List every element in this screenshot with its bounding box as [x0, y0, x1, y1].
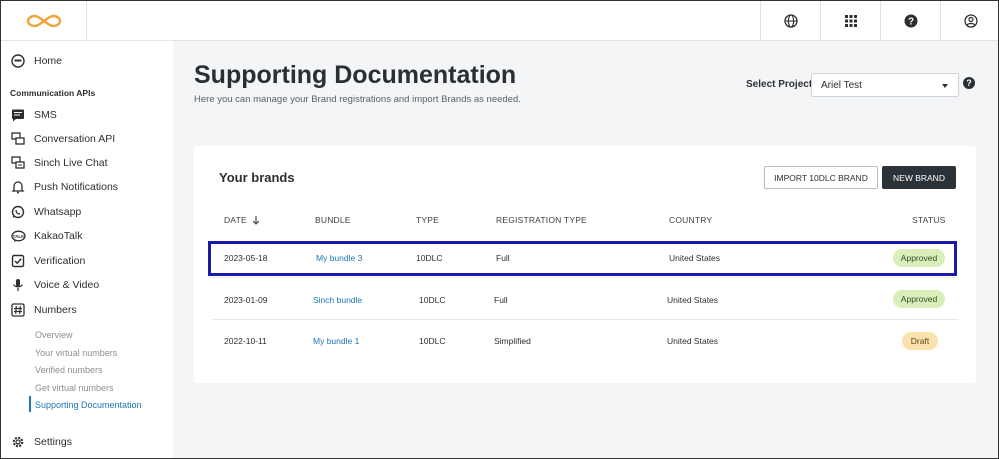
column-header-status: STATUS: [912, 215, 946, 225]
sidebar-section-title: Communication APIs: [10, 88, 96, 98]
cell-type: 10DLC: [419, 336, 446, 346]
bundle-link[interactable]: Sinch bundle: [313, 280, 362, 320]
page-subtitle: Here you can manage your Brand registrat…: [194, 94, 521, 105]
live-chat-icon: [10, 155, 26, 171]
bell-icon: [10, 179, 26, 195]
sidebar-item-label: Conversation API: [34, 133, 116, 145]
sidebar-item-push-notifications[interactable]: Push Notifications: [1, 176, 173, 198]
column-header-country: COUNTRY: [669, 215, 713, 225]
sidebar-item-kakaotalk[interactable]: TALK KakaoTalk: [1, 225, 173, 247]
sidebar-item-home[interactable]: Home: [1, 50, 173, 72]
cell-country: United States: [667, 295, 719, 305]
sidebar-item-sms[interactable]: SMS: [1, 104, 173, 126]
app-window: ? Home Communication APIs SMS Conversati…: [0, 0, 999, 459]
svg-text:TALK: TALK: [12, 234, 24, 239]
globe-icon[interactable]: [760, 1, 820, 41]
sidebar-subitem-get-virtual-numbers[interactable]: Get virtual numbers: [35, 383, 114, 393]
sidebar-item-label: SMS: [34, 109, 57, 121]
cell-registration-type: Simplified: [494, 336, 531, 346]
cell-country: United States: [667, 336, 719, 346]
table-row[interactable]: 2023-01-09 Sinch bundle 10DLC Full Unite…: [212, 280, 958, 320]
sidebar-item-voice-video[interactable]: Voice & Video: [1, 274, 173, 296]
sidebar-subitem-supporting-documentation[interactable]: Supporting Documentation: [35, 400, 142, 410]
new-brand-button[interactable]: NEW BRAND: [882, 166, 956, 189]
arrow-down-icon: [252, 216, 260, 225]
cell-date: 2023-01-09: [224, 295, 268, 305]
table-row[interactable]: 2023-05-18 My bundle 3 10DLC Full United…: [212, 238, 958, 278]
column-header-date[interactable]: DATE: [224, 215, 261, 225]
cell-type: 10DLC: [419, 295, 446, 305]
bundle-link[interactable]: My bundle 1: [313, 321, 359, 361]
help-icon[interactable]: ?: [963, 77, 975, 89]
project-select-label: Select Project: [746, 79, 813, 90]
kakaotalk-icon: TALK: [10, 228, 26, 244]
sidebar-item-settings[interactable]: Settings: [1, 431, 173, 453]
column-header-label: DATE: [224, 215, 247, 225]
sidebar-subitem-verified-numbers[interactable]: Verified numbers: [35, 365, 103, 375]
bundle-link[interactable]: My bundle 3: [316, 238, 362, 278]
sidebar-item-label: Numbers: [34, 304, 77, 316]
active-indicator: [29, 396, 31, 412]
top-bar: ?: [1, 1, 998, 41]
project-select-value: Ariel Test: [821, 79, 862, 91]
message-icon: [10, 107, 26, 123]
cell-date: 2023-05-18: [224, 253, 268, 263]
page-title: Supporting Documentation: [194, 61, 517, 89]
sidebar-subitem-your-virtual-numbers[interactable]: Your virtual numbers: [35, 348, 117, 358]
caret-down-icon: [942, 84, 948, 88]
sidebar-item-label: Voice & Video: [34, 279, 100, 291]
status-badge: Approved: [893, 290, 945, 308]
sidebar-item-label: Home: [34, 55, 63, 67]
cell-registration-type: Full: [494, 295, 508, 305]
sidebar-item-numbers[interactable]: Numbers: [1, 299, 173, 321]
sidebar-item-whatsapp[interactable]: Whatsapp: [1, 201, 173, 223]
sinch-logo-icon: [26, 14, 61, 28]
import-10dlc-brand-button[interactable]: IMPORT 10DLC BRAND: [764, 166, 878, 189]
column-header-registration-type: REGISTRATION TYPE: [496, 215, 587, 225]
apps-grid-icon[interactable]: [820, 1, 880, 41]
sidebar-item-label: Push Notifications: [34, 181, 119, 193]
logo[interactable]: [1, 1, 87, 41]
help-circle-icon[interactable]: ?: [880, 1, 940, 41]
table-row[interactable]: 2022-10-11 My bundle 1 10DLC Simplified …: [212, 321, 958, 361]
sidebar-subitem-overview[interactable]: Overview: [35, 330, 73, 340]
sidebar-item-label: KakaoTalk: [34, 230, 83, 242]
column-header-bundle: BUNDLE: [315, 215, 351, 225]
account-icon[interactable]: [940, 1, 998, 41]
checkbox-icon: [10, 253, 26, 269]
sidebar-item-label: Whatsapp: [34, 206, 82, 218]
sidebar-item-live-chat[interactable]: Sinch Live Chat: [1, 152, 173, 174]
status-badge: Draft: [902, 332, 938, 350]
project-select[interactable]: Ariel Test: [811, 73, 959, 97]
whatsapp-icon: [10, 204, 26, 220]
cell-date: 2022-10-11: [224, 336, 267, 346]
hash-icon: [10, 302, 26, 318]
cell-country: United States: [669, 253, 721, 263]
brands-card: Your brands IMPORT 10DLC BRAND NEW BRAND…: [194, 146, 976, 383]
column-header-type: TYPE: [416, 215, 440, 225]
sidebar-item-verification[interactable]: Verification: [1, 250, 173, 272]
cell-registration-type: Full: [496, 253, 510, 263]
sidebar-item-label: Sinch Live Chat: [34, 157, 108, 169]
svg-text:?: ?: [907, 17, 913, 28]
sidebar-item-label: Settings: [34, 436, 72, 448]
card-title: Your brands: [219, 170, 295, 185]
microphone-icon: [10, 277, 26, 293]
cell-type: 10DLC: [416, 253, 443, 263]
home-icon: [10, 53, 26, 69]
status-badge: Approved: [893, 249, 945, 267]
sidebar-item-conversation-api[interactable]: Conversation API: [1, 128, 173, 150]
chat-bubbles-icon: [10, 131, 26, 147]
sidebar-item-label: Verification: [34, 255, 86, 267]
sidebar: Home Communication APIs SMS Conversation…: [1, 41, 173, 458]
gear-icon: [10, 434, 26, 450]
